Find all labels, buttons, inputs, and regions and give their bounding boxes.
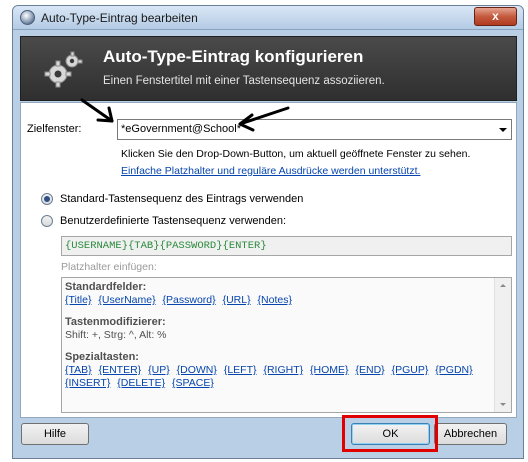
placeholder-link[interactable]: {URL} xyxy=(223,294,251,306)
target-window-label: Zielfenster: xyxy=(27,123,82,135)
placeholder-link[interactable]: {DOWN} xyxy=(177,364,217,376)
placeholder-help-link[interactable]: Einfache Platzhalter und reguläre Ausdrü… xyxy=(121,165,420,177)
placeholder-link[interactable]: {DELETE} xyxy=(117,377,165,389)
placeholders-scrollbar[interactable] xyxy=(494,278,511,412)
target-window-value[interactable]: *eGovernment@School* xyxy=(121,123,241,135)
placeholder-link[interactable]: {TAB} xyxy=(65,364,92,376)
placeholder-link[interactable]: {PGDN} xyxy=(435,364,472,376)
default-sequence-radio[interactable] xyxy=(41,193,53,205)
window-title: Auto-Type-Eintrag bearbeiten xyxy=(41,11,198,25)
standard-fields-heading: Standardfelder: xyxy=(65,281,147,293)
placeholder-link[interactable]: {SPACE} xyxy=(172,377,214,389)
custom-sequence-label[interactable]: Benutzerdefinierte Tastensequenz verwend… xyxy=(60,215,286,227)
placeholder-link[interactable]: {Notes} xyxy=(258,294,292,306)
dialog-window: Auto-Type-Eintrag bearbeiten x Auto-Type… xyxy=(12,5,524,459)
special-keys-heading: Spezialtasten: xyxy=(65,351,139,363)
help-button[interactable]: Hilfe xyxy=(21,423,89,445)
sequence-text: {USERNAME}{TAB}{PASSWORD}{ENTER} xyxy=(65,240,267,252)
header-banner: Auto-Type-Eintrag konfigurieren Einen Fe… xyxy=(20,36,517,101)
banner-title: Auto-Type-Eintrag konfigurieren xyxy=(103,47,364,66)
dialog-content: Zielfenster: *eGovernment@School* Klicke… xyxy=(20,102,517,418)
placeholders-panel: Standardfelder: {Title} {UserName} {Pass… xyxy=(61,277,512,413)
scroll-up-icon[interactable] xyxy=(500,284,506,287)
placeholder-link[interactable]: {PGUP} xyxy=(392,364,429,376)
gear-icon xyxy=(44,51,83,88)
placeholder-link[interactable]: {Title} xyxy=(65,294,91,306)
key-modifiers-text: Shift: +, Strg: ^, Alt: % xyxy=(65,329,167,341)
close-button[interactable]: x xyxy=(474,7,517,26)
sequence-field[interactable]: {USERNAME}{TAB}{PASSWORD}{ENTER} xyxy=(61,236,512,256)
target-window-combobox[interactable]: *eGovernment@School* xyxy=(117,119,512,140)
placeholder-link[interactable]: {END} xyxy=(355,364,384,376)
placeholder-link[interactable]: {ENTER} xyxy=(99,364,142,376)
placeholder-link[interactable]: {UP} xyxy=(148,364,170,376)
cancel-button[interactable]: Abbrechen xyxy=(434,423,507,445)
custom-sequence-radio[interactable] xyxy=(41,215,53,227)
scroll-down-icon[interactable] xyxy=(500,403,506,406)
placeholder-link[interactable]: {INSERT} xyxy=(65,377,110,389)
ok-highlight-box xyxy=(342,415,438,452)
placeholder-link[interactable]: {LEFT} xyxy=(224,364,257,376)
dropdown-hint: Klicken Sie den Drop-Down-Button, um akt… xyxy=(121,148,471,160)
placeholder-link[interactable]: {Password} xyxy=(163,294,216,306)
placeholder-link[interactable]: {RIGHT} xyxy=(263,364,303,376)
dropdown-arrow-icon[interactable] xyxy=(499,128,507,132)
placeholder-link[interactable]: {HOME} xyxy=(310,364,349,376)
default-sequence-label[interactable]: Standard-Tastensequenz des Eintrags verw… xyxy=(60,193,303,205)
placeholder-link[interactable]: {UserName} xyxy=(98,294,155,306)
key-modifiers-heading: Tastenmodifizierer: xyxy=(65,316,166,328)
placeholders-label: Platzhalter einfügen: xyxy=(61,261,157,273)
title-bar: Auto-Type-Eintrag bearbeiten x xyxy=(13,6,523,30)
keepass-icon xyxy=(20,10,35,25)
banner-subtitle: Einen Fenstertitel mit einer Tastenseque… xyxy=(103,75,385,87)
